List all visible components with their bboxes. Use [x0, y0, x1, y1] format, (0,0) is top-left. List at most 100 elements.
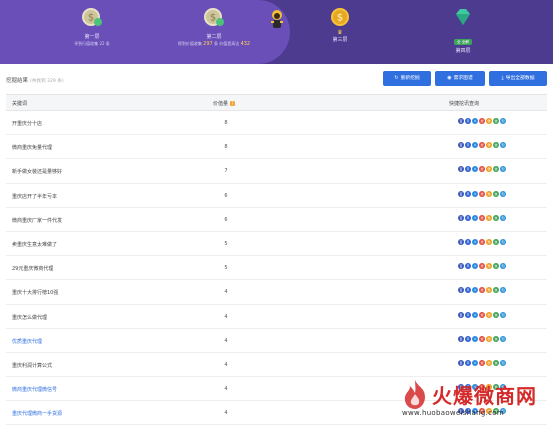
baidu-mobile-icon[interactable]: 手	[465, 335, 471, 342]
sogou-icon[interactable]: 搜	[479, 238, 485, 245]
weibo-icon[interactable]: 微	[486, 214, 492, 221]
wechat-icon[interactable]: 信	[493, 238, 499, 245]
zhihu-icon[interactable]: 知	[500, 142, 506, 149]
baidu-icon[interactable]: 百	[458, 359, 464, 366]
sogou-icon[interactable]: 搜	[479, 287, 485, 294]
weibo-icon[interactable]: 微	[486, 118, 492, 124]
baidu-icon[interactable]: 百	[458, 335, 464, 342]
360-icon[interactable]: 3	[472, 263, 478, 270]
sogou-icon[interactable]: 搜	[479, 214, 485, 221]
weibo-icon[interactable]: 微	[486, 335, 492, 342]
keyword-cell[interactable]: 微商重庆代理微信号	[12, 386, 57, 393]
demand-graph-label: 需求图谱	[453, 76, 473, 81]
zhihu-icon[interactable]: 知	[500, 214, 506, 221]
baidu-mobile-icon[interactable]: 手	[465, 214, 471, 221]
zhihu-icon[interactable]: 知	[500, 190, 506, 197]
wechat-icon[interactable]: 信	[493, 166, 499, 173]
wechat-icon[interactable]: 信	[493, 263, 499, 270]
baidu-mobile-icon[interactable]: 手	[465, 263, 471, 270]
sogou-icon[interactable]: 搜	[479, 359, 485, 366]
baidu-icon[interactable]: 百	[458, 190, 464, 197]
zhihu-icon[interactable]: 知	[500, 118, 506, 124]
wechat-icon[interactable]: 信	[493, 359, 499, 366]
baidu-icon[interactable]: 百	[458, 118, 464, 124]
wechat-icon[interactable]: 信	[493, 118, 499, 124]
baidu-icon[interactable]: 百	[458, 142, 464, 149]
360-icon[interactable]: 3	[472, 359, 478, 366]
zhihu-icon[interactable]: 知	[500, 335, 506, 342]
table-row: 微商重庆厂家一件代发 6 百手 3 搜微信知	[6, 208, 547, 232]
baidu-mobile-icon[interactable]: 手	[465, 142, 471, 149]
360-icon[interactable]: 3	[472, 287, 478, 294]
help-icon[interactable]: ?	[230, 101, 236, 106]
360-icon[interactable]: 3	[472, 311, 478, 318]
360-icon[interactable]: 3	[472, 335, 478, 342]
weibo-icon[interactable]: 微	[486, 190, 492, 197]
zhihu-icon[interactable]: 知	[500, 238, 506, 245]
value-cell: 4	[224, 361, 228, 368]
results-title: 挖掘结果 (共找到 329 条)	[6, 76, 64, 84]
weibo-icon[interactable]: 微	[486, 238, 492, 245]
baidu-mobile-icon[interactable]: 手	[465, 359, 471, 366]
keyword-cell[interactable]: 优质重庆代理	[12, 338, 42, 345]
weibo-icon[interactable]: 微	[486, 166, 492, 173]
keyword-cell: 开重庆分十店	[12, 121, 43, 127]
zhihu-icon[interactable]: 知	[500, 311, 506, 318]
sogou-icon[interactable]: 搜	[479, 263, 485, 270]
baidu-mobile-icon[interactable]: 手	[465, 190, 471, 197]
baidu-mobile-icon[interactable]: 手	[465, 311, 471, 318]
quick-query-tools: 百手3搜微信知	[458, 166, 506, 173]
weibo-icon[interactable]: 微	[486, 311, 492, 318]
weibo-icon[interactable]: 微	[486, 287, 492, 294]
baidu-icon[interactable]: 百	[458, 214, 464, 221]
baidu-icon[interactable]: 百	[458, 311, 464, 318]
wechat-icon[interactable]: 信	[493, 287, 499, 294]
weibo-icon[interactable]: 微	[486, 263, 492, 270]
keyword-cell: 29元重庆微商代理	[12, 266, 54, 273]
zhihu-icon[interactable]: 知	[500, 287, 506, 294]
zhihu-icon[interactable]: 知	[500, 263, 506, 270]
360-icon[interactable]: 3	[472, 214, 478, 221]
level-progress-banner: $ 第一层 寻到行值收集 22 条 $ 第二层 得到价值收集 297 条 价值是…	[0, 0, 553, 64]
baidu-icon[interactable]: 百	[458, 238, 464, 245]
sogou-icon[interactable]: 搜	[479, 166, 485, 173]
360-icon[interactable]: 3	[472, 118, 478, 124]
baidu-mobile-icon[interactable]: 手	[465, 118, 471, 124]
demand-graph-button[interactable]: ◉ 需求图谱	[435, 71, 485, 86]
eye-icon: ◉	[447, 75, 452, 81]
sogou-icon[interactable]: 搜	[479, 118, 485, 124]
360-icon[interactable]: 3	[472, 142, 478, 149]
sogou-icon[interactable]: 搜	[479, 142, 485, 149]
360-icon[interactable]: 3	[472, 238, 478, 245]
weibo-icon[interactable]: 微	[486, 359, 492, 366]
refresh-mining-button[interactable]: ↻ 重新挖掘	[383, 71, 431, 86]
zhihu-icon[interactable]: 知	[500, 166, 506, 173]
keyword-cell[interactable]: 重庆代理微商一手货源	[12, 410, 62, 417]
export-all-button[interactable]: ⤓ 导出全部数据	[489, 71, 547, 86]
quick-query-tools: 百手3搜微信知	[458, 359, 506, 366]
baidu-mobile-icon[interactable]: 手	[465, 166, 471, 173]
stage-2: $ 第二层 得到价值收集 297 条 价值是高达 432	[154, 6, 274, 47]
wechat-icon[interactable]: 信	[493, 335, 499, 342]
baidu-icon[interactable]: 百	[458, 263, 464, 270]
sogou-icon[interactable]: 搜	[479, 190, 485, 197]
baidu-icon[interactable]: 百	[458, 166, 464, 173]
360-icon[interactable]: 3	[472, 166, 478, 173]
wechat-icon[interactable]: 信	[493, 142, 499, 149]
baidu-icon[interactable]: 百	[458, 287, 464, 294]
wechat-icon[interactable]: 信	[493, 190, 499, 197]
wechat-icon[interactable]: 信	[493, 214, 499, 221]
value-cell: 8	[224, 120, 228, 126]
value-cell: 4	[224, 313, 228, 320]
sogou-icon[interactable]: 搜	[479, 335, 485, 342]
baidu-mobile-icon[interactable]: 手	[465, 287, 471, 294]
stage-2-sub-prefix: 得到价值收集	[177, 41, 202, 46]
header-value: 价值量?	[213, 100, 236, 107]
quick-query-tools: 百手3搜微信知	[458, 190, 506, 197]
zhihu-icon[interactable]: 知	[500, 359, 506, 366]
wechat-icon[interactable]: 信	[493, 311, 499, 318]
360-icon[interactable]: 3	[472, 190, 478, 197]
weibo-icon[interactable]: 微	[486, 142, 492, 149]
sogou-icon[interactable]: 搜	[479, 311, 485, 318]
baidu-mobile-icon[interactable]: 手	[465, 238, 471, 245]
